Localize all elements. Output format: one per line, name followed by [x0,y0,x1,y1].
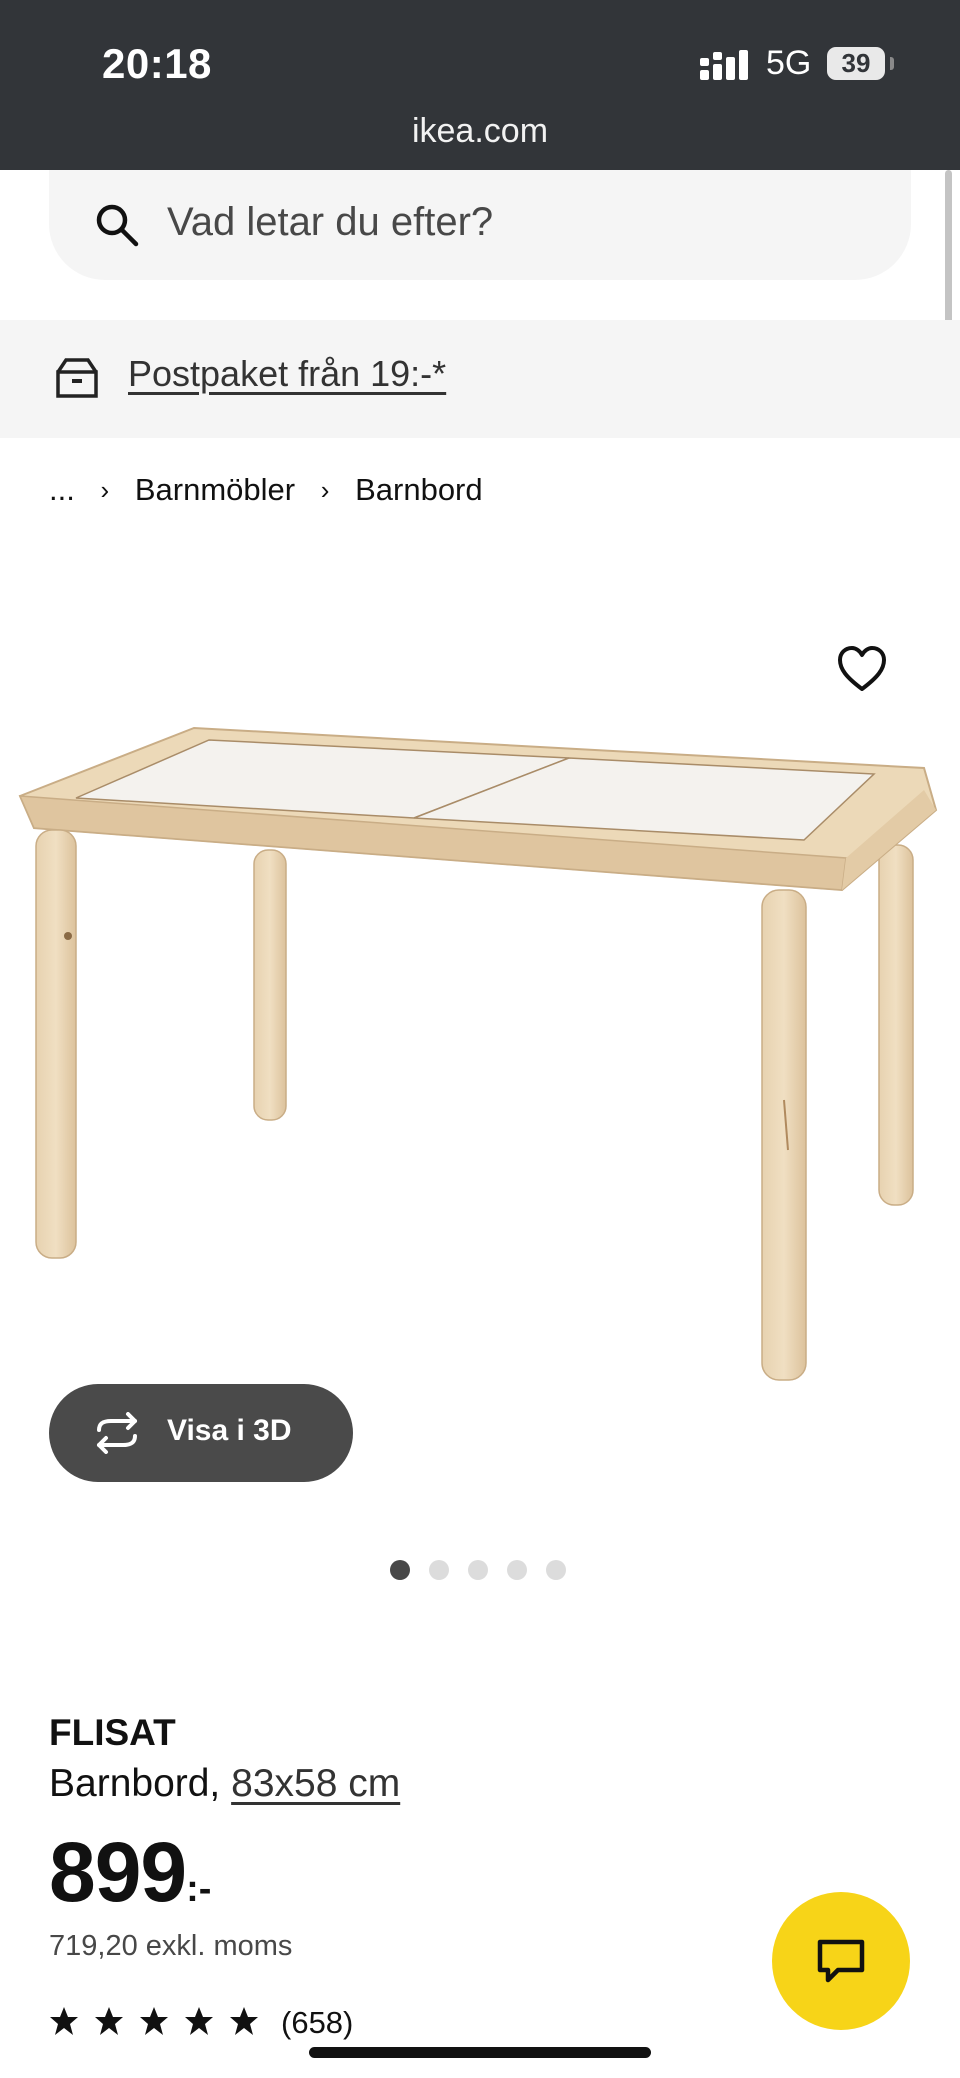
view-in-3d-button[interactable]: Visa i 3D [49,1384,353,1482]
page-scrollbar[interactable] [945,170,952,326]
clock: 20:18 [102,40,212,87]
carousel-dot-2[interactable] [429,1560,449,1580]
chevron-right-icon: › [100,474,110,505]
signal-icon [700,50,748,80]
search-icon [96,204,139,247]
product-dimensions-link[interactable]: 83x58 cm [231,1762,400,1805]
battery-nub [890,57,894,70]
price-value: 899 [49,1825,187,1919]
carousel-dot-4[interactable] [507,1560,527,1580]
price-excl-vat: 719,20 exkl. moms [49,1930,293,1962]
rotate-3d-icon [97,1412,137,1454]
breadcrumb-item-barnbord[interactable]: Barnbord [355,472,483,508]
review-count[interactable]: (658) [281,2005,353,2041]
heart-icon[interactable] [836,645,888,693]
search-input[interactable]: Vad letar du efter? [167,200,493,245]
star-icon [50,2007,78,2035]
chat-icon [817,1939,865,1983]
product-name: FLISAT [49,1712,176,1753]
product-image[interactable] [14,700,946,1400]
product-price: 899:- [49,1824,211,1921]
star-icon [230,2007,258,2035]
star-icon [95,2007,123,2035]
product-description: Barnbord, 83x58 cm [49,1762,400,1806]
star-icon [185,2007,213,2035]
breadcrumb-ellipsis[interactable]: ... [49,472,75,508]
carousel-pagination [390,1560,566,1580]
shipping-promo-link[interactable]: Postpaket från 19:-* [128,353,446,395]
view-in-3d-label: Visa i 3D [167,1414,292,1447]
product-type: Barnbord, [49,1762,221,1805]
home-indicator [309,2047,651,2058]
network-type: 5G [766,44,812,82]
price-suffix: :- [186,1868,212,1910]
promo-banner: Postpaket från 19:-* [0,320,960,438]
status-bar: 20:18 5G 39 ikea.com [0,0,960,170]
battery-indicator: 39 [827,47,885,80]
breadcrumb-item-barnmobler[interactable]: Barnmöbler [135,472,295,508]
chat-button[interactable] [772,1892,910,2030]
delivery-box-icon [56,358,98,398]
carousel-dot-3[interactable] [468,1560,488,1580]
carousel-dot-1[interactable] [390,1560,410,1580]
carousel-dot-5[interactable] [546,1560,566,1580]
chevron-right-icon: › [320,474,330,505]
search-bar[interactable]: Vad letar du efter? [49,170,911,280]
rating-stars[interactable] [49,2006,259,2036]
breadcrumb: ... › Barnmöbler › Barnbord [49,470,483,510]
star-icon [140,2007,168,2035]
address-bar-url[interactable]: ikea.com [0,112,960,151]
